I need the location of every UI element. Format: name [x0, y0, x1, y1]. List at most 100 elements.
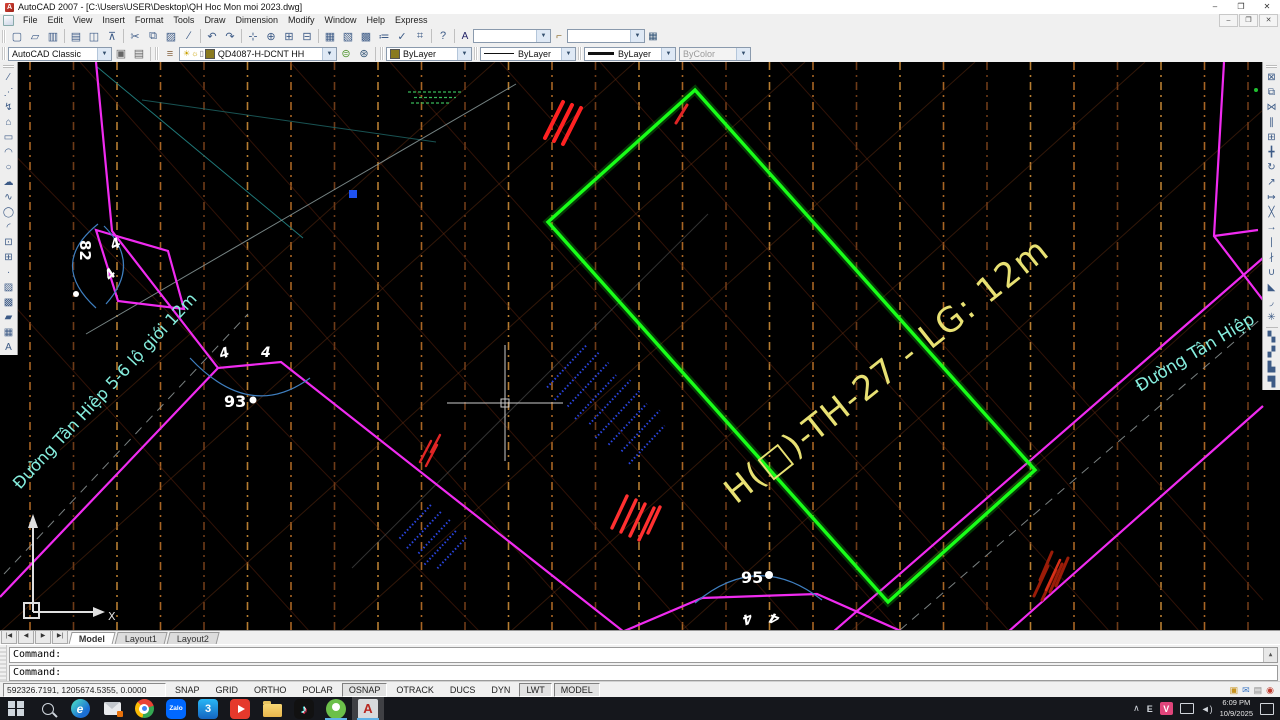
- menu-help[interactable]: Help: [362, 14, 391, 27]
- layer-on-icon[interactable]: ☀: [183, 49, 190, 58]
- zoom-previous-icon[interactable]: ⊟: [298, 29, 316, 44]
- layer-lock-icon[interactable]: ▯: [200, 49, 204, 58]
- parcel-outline[interactable]: [548, 90, 1035, 602]
- taskbar-mail[interactable]: [96, 697, 128, 720]
- toolbar-grip[interactable]: [155, 47, 159, 60]
- chevron-down-icon[interactable]: ▼: [630, 30, 644, 42]
- make-layer-current-icon[interactable]: ⊜: [337, 46, 355, 61]
- revision-cloud-icon[interactable]: ☁: [1, 175, 17, 190]
- region-icon[interactable]: ▰: [1, 310, 17, 325]
- menu-view[interactable]: View: [68, 14, 97, 27]
- taskbar-file-explorer[interactable]: [256, 697, 288, 720]
- chevron-down-icon[interactable]: ▼: [561, 48, 575, 60]
- mirror-icon[interactable]: ⋈: [1264, 100, 1280, 115]
- toggle-grid[interactable]: GRID: [209, 683, 246, 697]
- toggle-model[interactable]: MODEL: [554, 683, 600, 697]
- send-to-back-icon[interactable]: ▞: [1264, 345, 1280, 360]
- join-icon[interactable]: ∪: [1264, 265, 1280, 280]
- scroll-up-icon[interactable]: ▲: [1269, 648, 1273, 662]
- arc-icon[interactable]: ◠: [1, 145, 17, 160]
- pan-icon[interactable]: ⊹: [244, 29, 262, 44]
- menu-tools[interactable]: Tools: [168, 14, 199, 27]
- toggle-ortho[interactable]: ORTHO: [247, 683, 293, 697]
- toolbar-grip[interactable]: [2, 47, 6, 60]
- zoom-window-icon[interactable]: ⊞: [280, 29, 298, 44]
- my-workspace-icon[interactable]: ▤: [130, 46, 148, 61]
- tab-prev-icon[interactable]: ◀: [18, 630, 34, 644]
- blue-node-marker[interactable]: [349, 190, 357, 198]
- doc-close-icon[interactable]: ✕: [1259, 14, 1278, 27]
- table-icon[interactable]: ▦: [1, 325, 17, 340]
- hatch-icon[interactable]: ▨: [1, 280, 17, 295]
- road-left-label[interactable]: Đường Tân Hiệp 5-6 lộ giới 12m: [9, 289, 201, 492]
- menu-express[interactable]: Express: [390, 14, 433, 27]
- undo-icon[interactable]: ↶: [203, 29, 221, 44]
- menu-edit[interactable]: Edit: [43, 14, 69, 27]
- toggle-osnap[interactable]: OSNAP: [342, 683, 388, 697]
- taskbar-zalo[interactable]: Zalo: [160, 697, 192, 720]
- status-tray-icon[interactable]: ▣: [1230, 685, 1239, 696]
- text-style-combo[interactable]: ▼: [473, 29, 551, 43]
- multiline-text-icon[interactable]: A: [1, 340, 17, 355]
- taskbar-tiktok[interactable]: ♪: [288, 697, 320, 720]
- menu-modify[interactable]: Modify: [283, 14, 320, 27]
- layer-previous-icon[interactable]: ⊛: [355, 46, 373, 61]
- chamfer-icon[interactable]: ◣: [1264, 280, 1280, 295]
- toggle-lwt[interactable]: LWT: [519, 683, 551, 697]
- taskbar-video-app[interactable]: [224, 697, 256, 720]
- construction-line-icon[interactable]: ⋰: [1, 85, 17, 100]
- taskbar-coc-coc[interactable]: [320, 697, 352, 720]
- publish-icon[interactable]: ⊼: [103, 29, 121, 44]
- menu-file[interactable]: File: [18, 14, 43, 27]
- status-tray-icon[interactable]: ✉: [1242, 685, 1250, 696]
- point-82-label[interactable]: 82: [76, 240, 94, 261]
- lineweight-combo[interactable]: ByLayer ▼: [584, 47, 676, 61]
- spline-icon[interactable]: ∿: [1, 190, 17, 205]
- match-properties-icon[interactable]: ∕: [180, 29, 198, 44]
- properties-icon[interactable]: ▦: [321, 29, 339, 44]
- taskbar-search[interactable]: [32, 697, 64, 720]
- command-input[interactable]: Command:: [9, 665, 1278, 681]
- layer-properties-icon[interactable]: ≡: [161, 46, 179, 61]
- bring-above-icon[interactable]: ▙: [1264, 360, 1280, 375]
- point-icon[interactable]: ∙: [1, 265, 17, 280]
- taskbar-autocad[interactable]: A: [352, 697, 384, 720]
- open-icon[interactable]: ▱: [26, 29, 44, 44]
- close-icon[interactable]: ✕: [1254, 0, 1280, 14]
- toggle-dyn[interactable]: DYN: [484, 683, 517, 697]
- help-icon[interactable]: ?: [434, 29, 452, 44]
- document-icon[interactable]: [3, 15, 14, 26]
- sheetset-manager-icon[interactable]: ≔: [375, 29, 393, 44]
- designcenter-icon[interactable]: ▧: [339, 29, 357, 44]
- table-style-icon[interactable]: ▦: [645, 29, 661, 44]
- plot-icon[interactable]: ▤: [67, 29, 85, 44]
- trim-icon[interactable]: ╳: [1264, 205, 1280, 220]
- parcel-label[interactable]: H(□)-TH-27 - LG: 12m: [717, 230, 1057, 512]
- drawing-canvas[interactable]: Đường Tân Hiệp 5-6 lộ giới 12m Đường Tân…: [0, 62, 1280, 630]
- bring-to-front-icon[interactable]: ▚: [1264, 330, 1280, 345]
- markup-set-manager-icon[interactable]: ✓: [393, 29, 411, 44]
- doc-restore-icon[interactable]: ❐: [1239, 14, 1258, 27]
- e-app-icon[interactable]: E: [1147, 704, 1153, 714]
- restore-icon[interactable]: ❐: [1228, 0, 1254, 14]
- erase-icon[interactable]: ⊠: [1264, 70, 1280, 85]
- command-window-grip[interactable]: [0, 645, 7, 681]
- paste-icon[interactable]: ▨: [162, 29, 180, 44]
- rotate-icon[interactable]: ↻: [1264, 160, 1280, 175]
- toolbar-grip[interactable]: [3, 65, 14, 68]
- zoom-realtime-icon[interactable]: ⊕: [262, 29, 280, 44]
- toggle-ducs[interactable]: DUCS: [443, 683, 483, 697]
- toolbar-grip[interactable]: [2, 30, 6, 43]
- dim-style-combo[interactable]: ▼: [567, 29, 645, 43]
- redo-icon[interactable]: ↷: [221, 29, 239, 44]
- copy-icon[interactable]: ⧉: [1264, 85, 1280, 100]
- toolbar-grip[interactable]: [1266, 65, 1277, 68]
- chevron-down-icon[interactable]: ▼: [322, 48, 336, 60]
- layer-freeze-icon[interactable]: ☼: [191, 49, 198, 58]
- cad-text-labels[interactable]: Đường Tân Hiệp 5-6 lộ giới 12m Đường Tân…: [9, 230, 1258, 628]
- rectangle-icon[interactable]: ▭: [1, 130, 17, 145]
- circle-icon[interactable]: ○: [1, 160, 17, 175]
- workspace-settings-icon[interactable]: ▣: [112, 46, 130, 61]
- quickcalc-icon[interactable]: ⌗: [411, 29, 429, 44]
- command-scrollbar[interactable]: ▲▼: [1263, 648, 1277, 662]
